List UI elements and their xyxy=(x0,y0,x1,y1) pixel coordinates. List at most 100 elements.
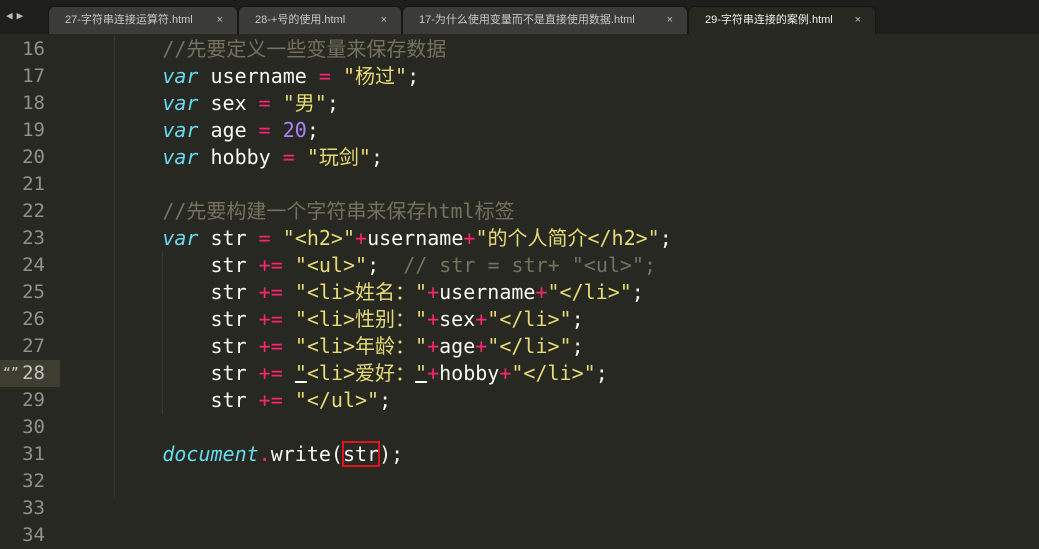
code-line[interactable]: 22 //先要构建一个字符串来保存html标签 xyxy=(0,198,1039,225)
code-line[interactable]: 19 var age = 20; xyxy=(0,117,1039,144)
code-text: var str = "<h2>"+username+"的个人简介</h2>"; xyxy=(66,225,672,252)
code-token: str xyxy=(210,253,259,277)
code-line[interactable]: 20 var hobby = "玩剑"; xyxy=(0,144,1039,171)
tab-label: 28-+号的使用.html xyxy=(255,14,346,26)
code-token: "的个人简介</h2>" xyxy=(475,226,660,250)
code-token: = xyxy=(318,64,331,88)
code-token: += xyxy=(258,361,283,385)
code-token: += xyxy=(258,334,283,358)
close-icon[interactable]: × xyxy=(217,7,223,34)
code-line[interactable]: 27 str += "<li>年龄："+age+"</li>"; xyxy=(0,333,1039,360)
line-number: 33 xyxy=(22,497,45,519)
code-line[interactable]: 21 xyxy=(0,171,1039,198)
code-token: // str = str+ "<ul>"; xyxy=(403,253,657,277)
code-token: ); xyxy=(379,442,404,466)
line-number: 28 xyxy=(22,362,45,384)
code-token: 20 xyxy=(282,118,307,142)
line-number: 18 xyxy=(22,92,45,114)
code-text: var age = 20; xyxy=(66,117,319,144)
line-number: 26 xyxy=(22,308,45,330)
code-token: ; xyxy=(571,307,584,331)
code-text: document.write(str); xyxy=(66,441,403,468)
forward-arrow-icon[interactable]: ▶ xyxy=(17,9,28,22)
tab-17-why-variables[interactable]: 17-为什么使用变量而不是直接使用数据.html × xyxy=(402,6,688,34)
code-line[interactable]: 17 var username = "杨过"; xyxy=(0,63,1039,90)
code-token: age xyxy=(439,334,476,358)
tab-bar: ◀▶ 27-字符串连接运算符.html × 28-+号的使用.html × 17… xyxy=(0,0,1039,34)
back-arrow-icon[interactable]: ◀ xyxy=(6,9,17,22)
code-token: "<li>性别：" xyxy=(294,307,428,331)
code-token: "</li>" xyxy=(511,361,596,385)
code-token: "<h2>" xyxy=(282,226,356,250)
line-number: 27 xyxy=(22,335,45,357)
code-token: . xyxy=(258,442,271,466)
line-number: 17 xyxy=(22,65,45,87)
code-token: var xyxy=(162,64,199,88)
code-token: "</li>" xyxy=(487,334,572,358)
code-line[interactable]: 29 str += "</ul>"; xyxy=(0,387,1039,414)
code-token: = xyxy=(258,226,271,250)
code-token: var xyxy=(162,118,199,142)
tab-nav-arrows[interactable]: ◀▶ xyxy=(6,9,27,22)
code-line[interactable]: 26 str += "<li>性别："+sex+"</li>"; xyxy=(0,306,1039,333)
code-line[interactable]: 31 document.write(str); xyxy=(0,441,1039,468)
code-token: + xyxy=(427,280,440,304)
code-token: + xyxy=(427,361,440,385)
code-token: ; xyxy=(659,226,672,250)
code-token: += xyxy=(258,280,283,304)
line-number: 19 xyxy=(22,119,45,141)
code-editor[interactable]: 16 //先要定义一些变量来保存数据 17 var username = "杨过"… xyxy=(0,34,1039,546)
code-line[interactable]: 24 str += "<ul>"; // str = str+ "<ul>"; xyxy=(0,252,1039,279)
code-token: " xyxy=(294,361,307,385)
code-token: ; xyxy=(367,253,404,277)
close-icon[interactable]: × xyxy=(855,7,861,34)
code-token: + xyxy=(355,226,368,250)
line-number: 23 xyxy=(22,227,45,249)
code-token: += xyxy=(258,307,283,331)
code-token: var xyxy=(162,145,199,169)
close-icon[interactable]: × xyxy=(667,7,673,34)
code-token: ; xyxy=(595,361,608,385)
code-line[interactable]: 30 xyxy=(0,414,1039,441)
code-token: hobby xyxy=(439,361,500,385)
code-token: document xyxy=(162,442,259,466)
code-line[interactable]: 32 xyxy=(0,468,1039,495)
line-number: 16 xyxy=(22,38,45,60)
tab-28-plus-usage[interactable]: 28-+号的使用.html × xyxy=(238,6,402,34)
code-token: + xyxy=(463,226,476,250)
tab-29-string-concat-example[interactable]: 29-字符串连接的案例.html × xyxy=(688,6,876,34)
code-line[interactable]: 16 //先要定义一些变量来保存数据 xyxy=(0,36,1039,63)
code-token: + xyxy=(475,307,488,331)
code-token: sex xyxy=(198,91,259,115)
code-line[interactable]: 33 xyxy=(0,495,1039,522)
code-text: str += "<li>姓名："+username+"</li>"; xyxy=(66,279,644,306)
code-line[interactable]: “” 28 str += "<li>爱好："+hobby+"</li>"; xyxy=(0,360,1039,387)
code-token: var xyxy=(162,226,199,250)
line-number: 22 xyxy=(22,200,45,222)
code-token: write( xyxy=(270,442,343,466)
tab-27-string-concat-operator[interactable]: 27-字符串连接运算符.html × xyxy=(48,6,238,34)
code-line[interactable]: 18 var sex = "男"; xyxy=(0,90,1039,117)
code-token: var xyxy=(162,91,199,115)
code-token: "</li>" xyxy=(547,280,632,304)
close-icon[interactable]: × xyxy=(381,7,387,34)
code-token: ; xyxy=(379,388,392,412)
line-number: 20 xyxy=(22,146,45,168)
line-number: 32 xyxy=(22,470,45,492)
code-line[interactable]: 34 xyxy=(0,522,1039,549)
code-token: age xyxy=(198,118,259,142)
code-token: username xyxy=(198,64,319,88)
code-line[interactable]: 25 str += "<li>姓名："+username+"</li>"; xyxy=(0,279,1039,306)
code-line[interactable]: 23 var str = "<h2>"+username+"的个人简介</h2>… xyxy=(0,225,1039,252)
